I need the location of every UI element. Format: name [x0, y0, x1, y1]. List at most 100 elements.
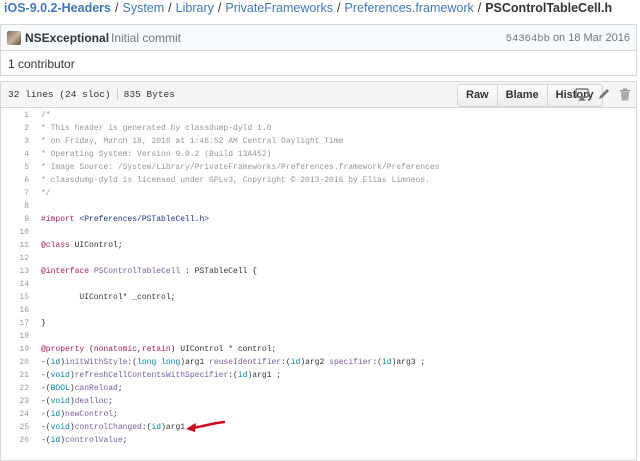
code-line: 9 #import <Preferences/PSTableCell.h>	[1, 213, 636, 226]
commit-sha-link[interactable]: 54364bb	[506, 33, 550, 45]
breadcrumb: iOS-9.0.2-Headers / System / Library / Private…	[4, 0, 612, 16]
line-number[interactable]: 3	[0, 135, 29, 148]
line-number[interactable]: 9	[0, 213, 29, 226]
line-number[interactable]: 25	[0, 421, 29, 434]
code-line: 4 * Operating System: Version 9.0.2 (Buil…	[1, 148, 636, 161]
file-header: 32 lines (24 sloc) 835 Bytes Raw Blame Hi…	[1, 82, 636, 108]
commit-message-link[interactable]: Initial commit	[111, 31, 181, 45]
breadcrumb-separator: /	[337, 1, 341, 15]
avatar[interactable]	[7, 31, 21, 45]
code-line: 14	[1, 278, 636, 291]
code-line: 15 UIControl* _control;	[1, 291, 636, 304]
line-number[interactable]: 4	[0, 148, 29, 161]
code-line: 5 * Image Source: /System/Library/Private…	[1, 161, 636, 174]
commit-meta: 54364bb on 18 Mar 2016	[506, 32, 630, 45]
file-info: 32 lines (24 sloc) 835 Bytes	[8, 89, 175, 100]
code-text: -(void)refreshCellContentsWithSpecifier:…	[41, 371, 282, 380]
line-number[interactable]: 6	[0, 174, 29, 187]
blame-button[interactable]: Blame	[496, 85, 547, 106]
breadcrumb-repo-link[interactable]: iOS-9.0.2-Headers	[4, 1, 111, 15]
line-number[interactable]: 8	[0, 200, 29, 213]
breadcrumb-system-link[interactable]: System	[122, 1, 164, 15]
file-lines-count: 32 lines (24 sloc)	[8, 89, 111, 101]
breadcrumb-separator: /	[217, 1, 222, 15]
code-line: 22 -(BOOL)canReload;	[1, 382, 636, 395]
code-text: * This header is generated by classdump-…	[41, 124, 272, 133]
file-box: 32 lines (24 sloc) 835 Bytes Raw Blame Hi…	[0, 81, 637, 461]
file-size: 835 Bytes	[123, 89, 175, 101]
code-text: * Operating System: Version 9.0.2 (Build…	[41, 150, 272, 159]
line-number[interactable]: 21	[0, 369, 29, 382]
code-text: * Image Source: /System/Library/PrivateF…	[41, 163, 440, 172]
line-number[interactable]: 2	[0, 122, 29, 135]
code-line: 6 * classdump-dyld is licensed under GPLv…	[1, 174, 636, 187]
code-text: * on Friday, March 18, 2016 at 1:48:52 A…	[41, 137, 344, 146]
code-line: 12	[1, 252, 636, 265]
code-text: }	[41, 319, 46, 328]
trash-icon[interactable]	[618, 88, 632, 101]
line-number[interactable]: 14	[0, 278, 29, 291]
line-number[interactable]: 22	[0, 382, 29, 395]
contributors-bar: 1 contributor	[0, 50, 637, 76]
pencil-icon[interactable]	[597, 88, 611, 101]
code-line: 10	[1, 226, 636, 239]
code-line: 1 /*	[1, 109, 636, 122]
code-text: @property (nonatomic,retain) UIControl *…	[41, 345, 277, 354]
code-text: -(id)newControl;	[41, 410, 118, 419]
breadcrumb-separator: /	[115, 1, 119, 15]
line-number[interactable]: 12	[0, 252, 29, 265]
line-number[interactable]: 23	[0, 395, 29, 408]
line-number[interactable]: 5	[0, 161, 29, 174]
code-line: 17}	[1, 317, 636, 330]
code-text: -(id)initWithStyle:(long long)arg1 reuse…	[41, 358, 426, 367]
breadcrumb-preferences-link[interactable]: Preferences.framework	[345, 1, 474, 15]
red-arrow-icon	[186, 420, 226, 432]
desktop-icon[interactable]	[575, 88, 589, 101]
commit-author-link[interactable]: NSExceptional	[25, 31, 109, 45]
code-line: 16	[1, 304, 636, 317]
code-line: 19 @property (nonatomic,retain) UIControl…	[1, 343, 636, 356]
breadcrumb-current-file: PSControlTableCell.h	[485, 1, 613, 15]
code-text: #import <Preferences/PSTableCell.h>	[41, 215, 210, 224]
line-number[interactable]: 1	[0, 109, 29, 122]
code-line: 24 -(id)newControl;	[1, 408, 636, 421]
code-line: 18	[1, 330, 636, 343]
raw-button[interactable]: Raw	[458, 85, 497, 106]
code-line: 3 * on Friday, March 18, 2016 at 1:48:52 …	[1, 135, 636, 148]
code-line: 26 -(id)controlValue;	[1, 434, 636, 447]
code-text: -(BOOL)canReload;	[41, 384, 123, 393]
line-number[interactable]: 18	[0, 330, 29, 343]
code-line: 25 -(void)controlChanged:(id)arg1 ;	[1, 421, 636, 434]
breadcrumb-library-link[interactable]: Library	[176, 1, 214, 15]
code-line: 23 -(void)dealloc;	[1, 395, 636, 408]
line-number[interactable]: 24	[0, 408, 29, 421]
code-line: 7 */	[1, 187, 636, 200]
breadcrumb-privateframeworks-link[interactable]: PrivateFrameworks	[225, 1, 333, 15]
line-number[interactable]: 17	[0, 317, 29, 330]
code-line: 20 -(id)initWithStyle:(long long)arg1 reu…	[1, 356, 636, 369]
line-number[interactable]: 19	[0, 343, 29, 356]
code-line: 21 -(void)refreshCellContentsWithSpecifie…	[1, 369, 636, 382]
breadcrumb-separator: /	[168, 1, 172, 15]
commit-date: on 18 Mar 2016	[552, 32, 630, 44]
line-number[interactable]: 16	[0, 304, 29, 317]
file-info-divider	[116, 89, 118, 100]
code-line: 13 @interface PSControlTableCell : PSTabl…	[1, 265, 636, 278]
line-number[interactable]: 10	[0, 226, 29, 239]
line-number[interactable]: 13	[0, 265, 29, 278]
line-number[interactable]: 11	[0, 239, 29, 252]
contributors-link[interactable]: 1 contributor	[8, 57, 75, 71]
code-text: -(id)controlValue;	[41, 436, 128, 445]
code-line: 2 * This header is generated by classdump…	[1, 122, 636, 135]
code-text: -(void)controlChanged:(id)arg1 ;	[41, 423, 195, 432]
line-number[interactable]: 15	[0, 291, 29, 304]
code-line: 11 @class UIControl;	[1, 239, 636, 252]
code-text: */	[41, 189, 51, 198]
code-text: -(void)dealloc;	[41, 397, 114, 406]
line-number[interactable]: 26	[0, 434, 29, 447]
breadcrumb-separator: /	[477, 1, 482, 15]
commit-bar: NSExceptional Initial commit 54364bb on …	[0, 24, 637, 50]
line-number[interactable]: 20	[0, 356, 29, 369]
line-number[interactable]: 7	[0, 187, 29, 200]
code-text: * classdump-dyld is licensed under GPLv3…	[41, 176, 430, 185]
